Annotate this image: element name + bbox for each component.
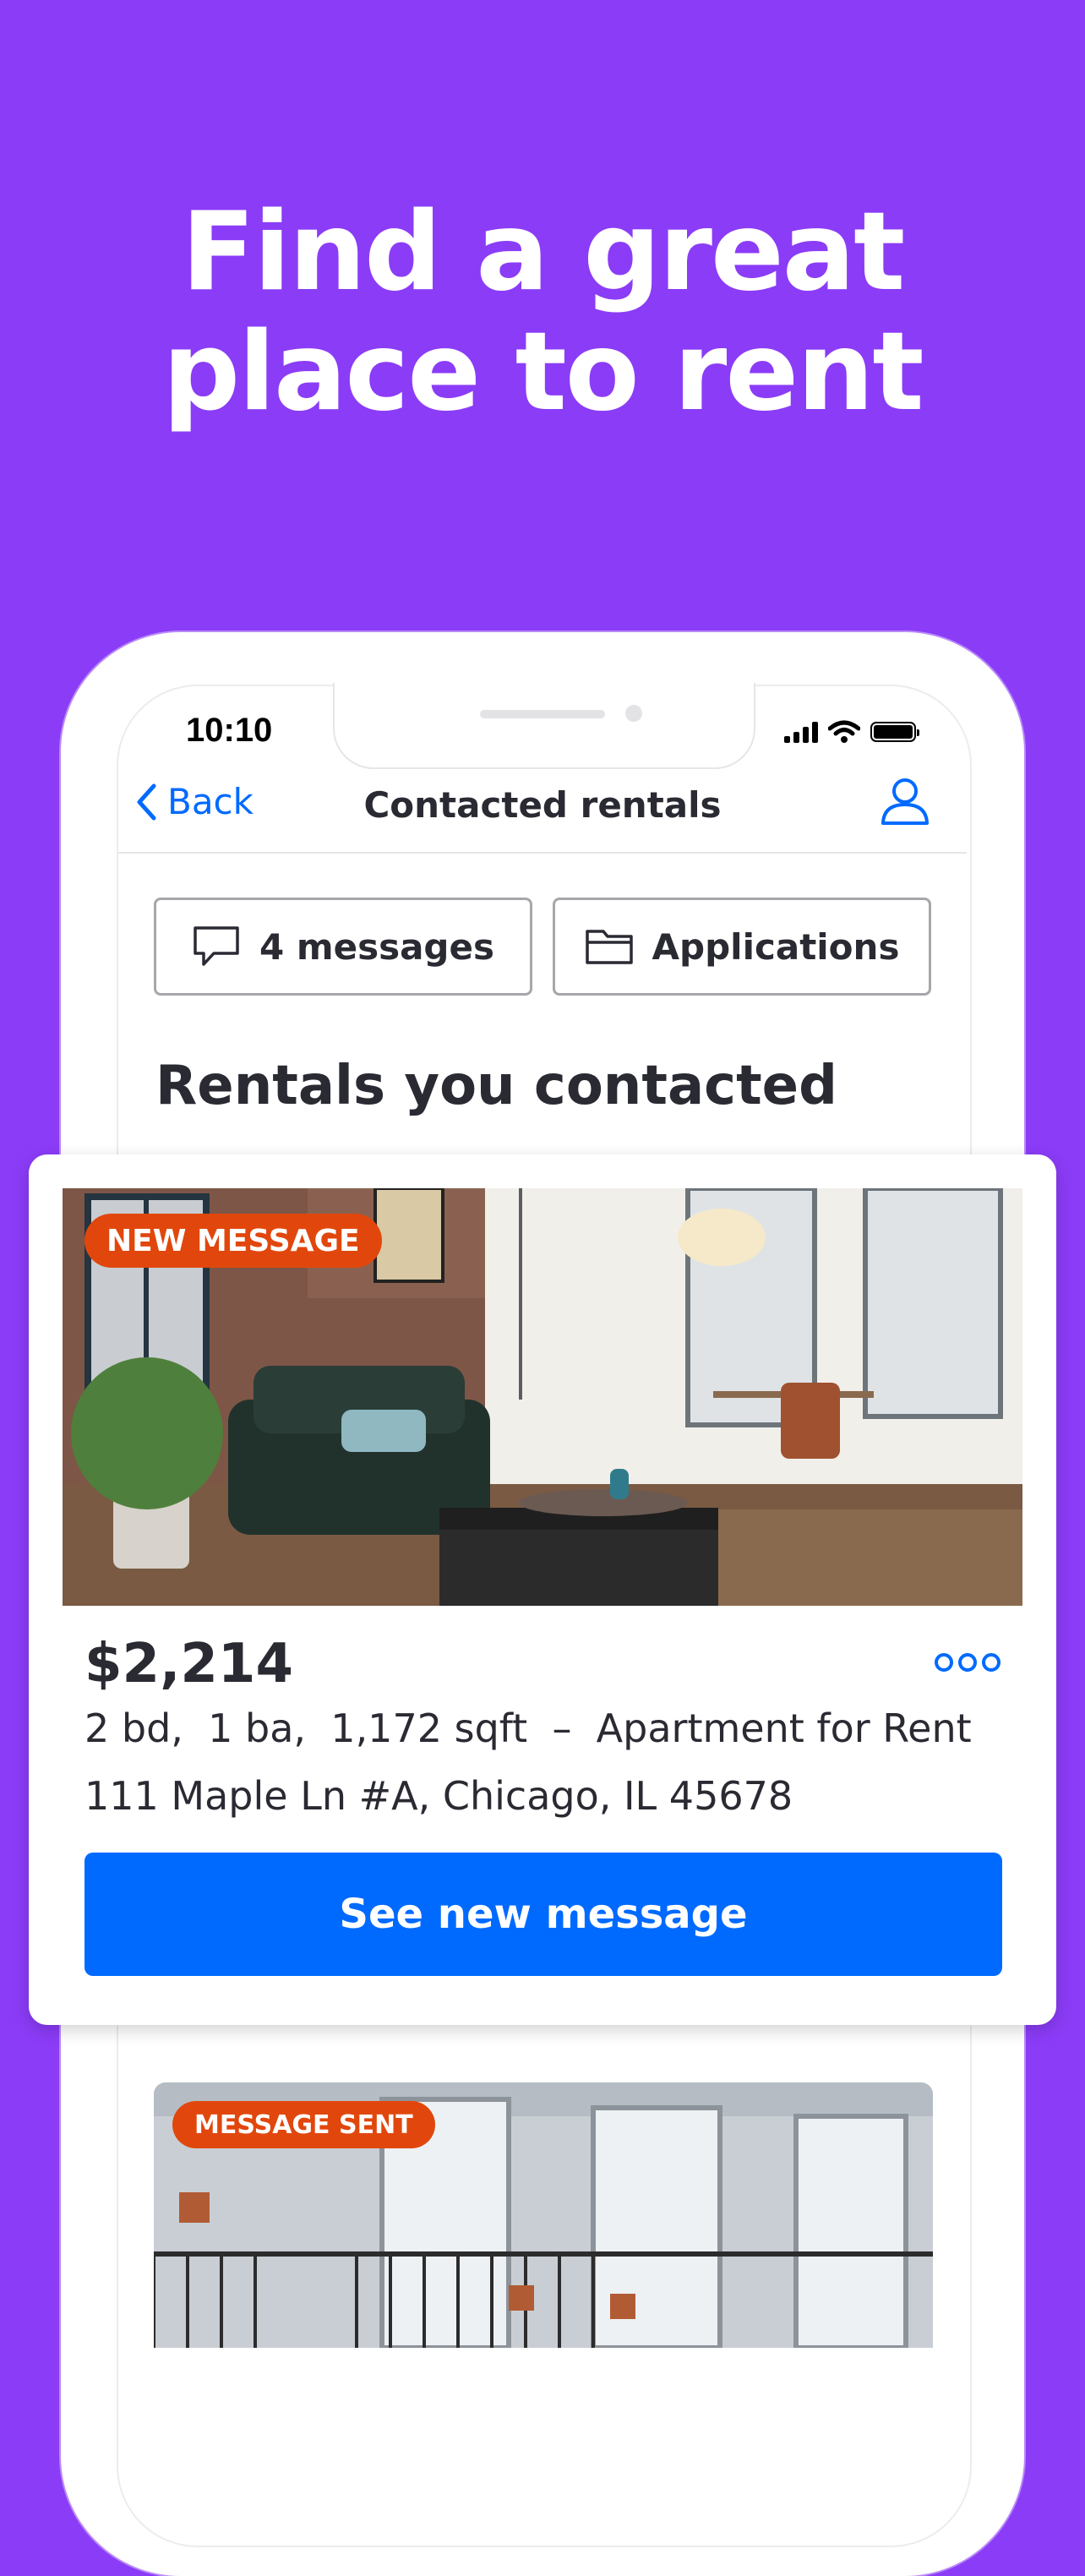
chat-bubble-icon: [194, 926, 239, 966]
headline: Find a great place to rent: [0, 193, 1085, 433]
status-time: 10:10: [186, 712, 273, 749]
signal-icon: [784, 721, 818, 743]
listing-address: 111 Maple Ln #A, Chicago, IL 45678: [85, 1773, 793, 1819]
see-new-message-button[interactable]: See new message: [85, 1853, 1002, 1976]
battery-icon: [870, 722, 919, 742]
listing-photo[interactable]: NEW MESSAGE: [63, 1188, 1022, 1606]
headline-line-1: Find a great: [181, 189, 906, 315]
applications-filter-label: Applications: [652, 925, 900, 968]
applications-filter-button[interactable]: Applications: [553, 898, 931, 996]
wifi-icon: [828, 720, 860, 743]
second-listing-card[interactable]: MESSAGE SENT: [154, 2082, 933, 2348]
messages-filter-button[interactable]: 4 messages: [154, 898, 532, 996]
page-title: Contacted rentals: [363, 784, 722, 826]
listing-specs: 2 bd, 1 ba, 1,172 sqft – Apartment for R…: [85, 1706, 972, 1751]
more-dots-icon[interactable]: [935, 1653, 1000, 1672]
folder-icon: [585, 930, 633, 964]
section-title: Rentals you contacted: [155, 1055, 837, 1117]
user-icon[interactable]: [879, 774, 931, 827]
headline-line-2: place to rent: [162, 309, 924, 435]
listing-price: $2,214: [85, 1633, 293, 1695]
nav-bar: Back Contacted rentals: [118, 769, 967, 854]
messages-filter-label: 4 messages: [259, 925, 494, 968]
new-message-badge: NEW MESSAGE: [85, 1214, 382, 1268]
message-sent-badge: MESSAGE SENT: [172, 2101, 435, 2148]
phone-camera: [625, 705, 642, 722]
phone-speaker: [480, 710, 605, 718]
phone-notch: [333, 683, 755, 769]
listing-card[interactable]: NEW MESSAGE $2,214 2 bd, 1 ba, 1,172 sqf…: [29, 1154, 1056, 2025]
status-icons: [784, 720, 919, 744]
